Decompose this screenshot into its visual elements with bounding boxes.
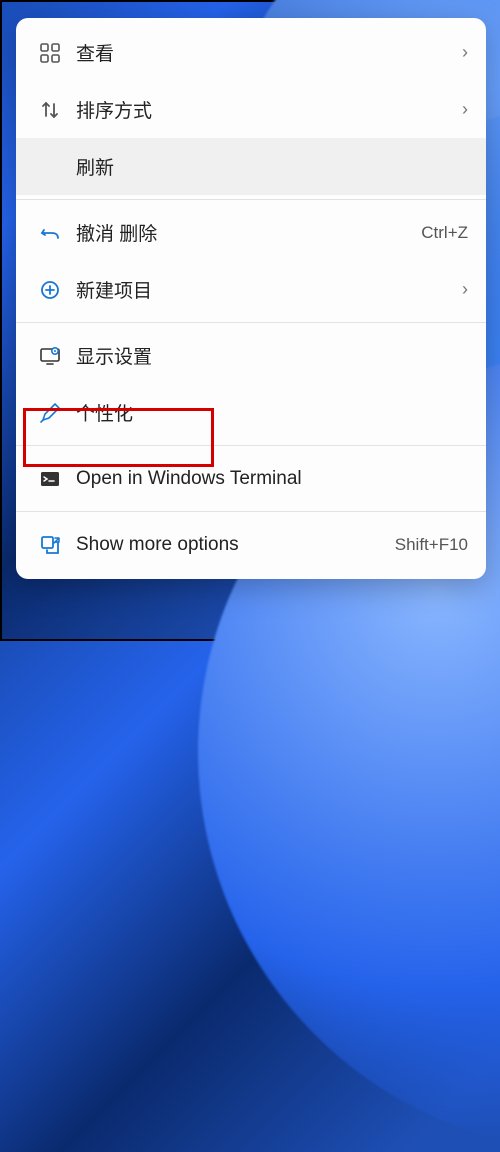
- chevron-right-icon: ›: [444, 42, 468, 63]
- menu-label: 排序方式: [70, 96, 444, 123]
- menu-label: Open in Windows Terminal: [70, 468, 468, 490]
- desktop-context-menu: 查看 › 排序方式 › 刷新 撤消 删除 Ctrl+Z: [16, 18, 486, 579]
- menu-item-view[interactable]: 查看 ›: [16, 24, 486, 81]
- chevron-right-icon: ›: [444, 279, 468, 300]
- separator: [16, 445, 486, 446]
- menu-shortcut: Shift+F10: [395, 535, 468, 555]
- view-icon: [30, 42, 70, 64]
- terminal-icon: [30, 468, 70, 490]
- menu-item-display-settings[interactable]: 显示设置: [16, 327, 486, 384]
- menu-item-terminal[interactable]: Open in Windows Terminal: [16, 450, 486, 507]
- menu-label: Show more options: [70, 534, 395, 556]
- menu-label: 个性化: [70, 399, 468, 426]
- menu-label: 新建项目: [70, 276, 444, 303]
- menu-item-personalize[interactable]: 个性化: [16, 384, 486, 441]
- menu-label: 撤消 删除: [70, 219, 421, 246]
- more-options-icon: [30, 534, 70, 556]
- menu-label: 刷新: [70, 153, 468, 180]
- separator: [16, 322, 486, 323]
- menu-label: 查看: [70, 39, 444, 66]
- menu-item-more-options[interactable]: Show more options Shift+F10: [16, 516, 486, 573]
- chevron-right-icon: ›: [444, 99, 468, 120]
- menu-item-sort[interactable]: 排序方式 ›: [16, 81, 486, 138]
- menu-item-new[interactable]: 新建项目 ›: [16, 261, 486, 318]
- personalize-icon: [30, 402, 70, 424]
- display-settings-icon: [30, 345, 70, 367]
- menu-shortcut: Ctrl+Z: [421, 223, 468, 243]
- undo-icon: [30, 222, 70, 244]
- menu-label: 显示设置: [70, 342, 468, 369]
- sort-icon: [30, 99, 70, 121]
- new-icon: [30, 279, 70, 301]
- separator: [16, 199, 486, 200]
- separator: [16, 511, 486, 512]
- menu-item-refresh[interactable]: 刷新: [16, 138, 486, 195]
- menu-item-undo[interactable]: 撤消 删除 Ctrl+Z: [16, 204, 486, 261]
